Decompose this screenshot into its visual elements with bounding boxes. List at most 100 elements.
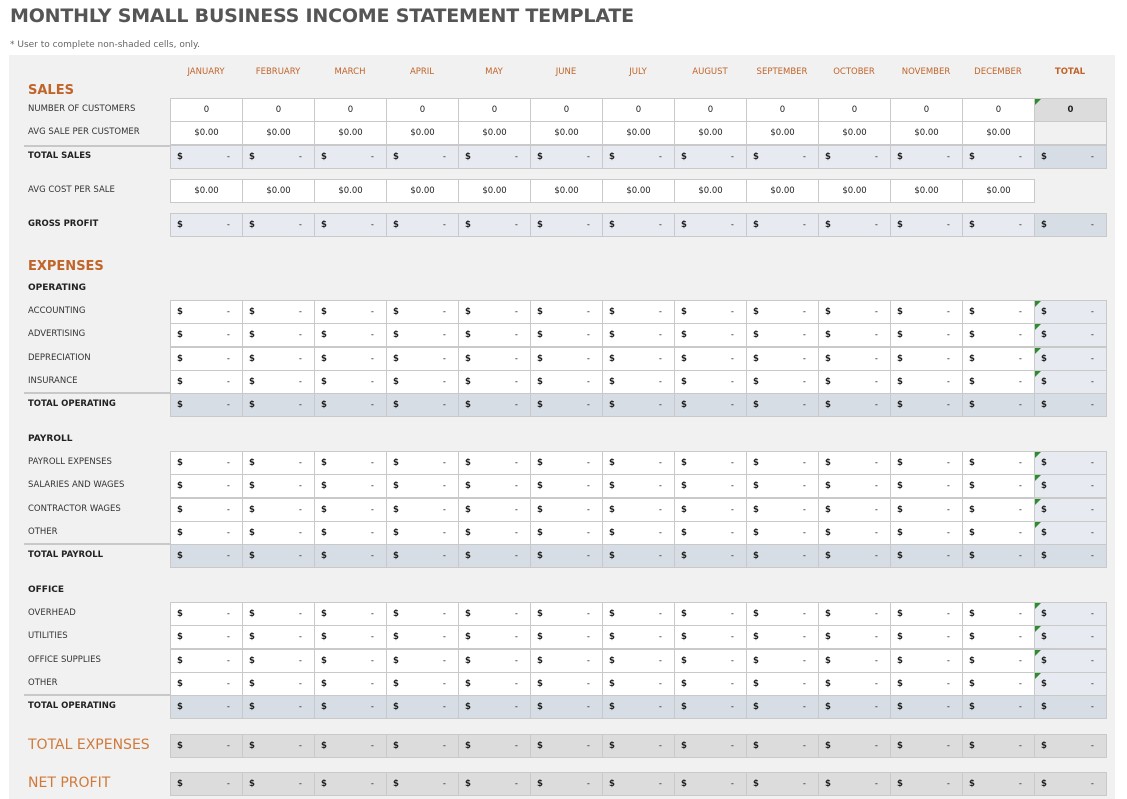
month-cell[interactable]: $ - (819, 649, 891, 673)
month-cell[interactable]: $ - (315, 475, 387, 499)
month-cell[interactable]: $ - (315, 603, 387, 626)
month-cell[interactable]: $ - (747, 603, 819, 626)
month-cell[interactable]: $ - (747, 672, 819, 696)
month-cell[interactable]: $ - (387, 452, 459, 475)
month-cell[interactable]: $ - (459, 626, 531, 650)
month-cell[interactable]: $ - (603, 301, 675, 324)
month-cell[interactable]: 0 (170, 99, 243, 122)
month-cell[interactable]: $ - (459, 301, 531, 324)
month-cell[interactable]: $ - (675, 649, 747, 673)
month-cell[interactable]: $ - (963, 603, 1035, 626)
month-cell[interactable]: $ - (459, 452, 531, 475)
month-cell[interactable]: $ - (675, 324, 747, 348)
month-cell[interactable]: $ - (819, 603, 891, 626)
month-cell[interactable]: $ - (747, 649, 819, 673)
month-cell[interactable]: $ - (675, 452, 747, 475)
month-cell[interactable]: $0.00 (170, 180, 243, 203)
month-cell[interactable]: $ - (747, 521, 819, 545)
month-cell[interactable]: $ - (459, 521, 531, 545)
month-cell[interactable]: $ - (243, 475, 315, 499)
month-cell[interactable]: $ - (170, 370, 243, 394)
month-cell[interactable]: $ - (531, 672, 603, 696)
month-cell[interactable]: $ - (891, 649, 963, 673)
month-cell[interactable]: $ - (891, 603, 963, 626)
month-cell[interactable]: $ - (819, 521, 891, 545)
month-cell[interactable]: 0 (963, 99, 1035, 122)
month-cell[interactable]: $ - (315, 521, 387, 545)
month-cell[interactable]: $ - (459, 498, 531, 522)
month-cell[interactable]: $ - (243, 626, 315, 650)
month-cell[interactable]: $ - (819, 370, 891, 394)
month-cell[interactable]: $ - (387, 603, 459, 626)
month-cell[interactable]: $ - (315, 301, 387, 324)
month-cell[interactable]: $0.00 (891, 180, 963, 203)
month-cell[interactable]: $ - (459, 324, 531, 348)
month-cell[interactable]: $ - (675, 603, 747, 626)
month-cell[interactable]: $ - (675, 498, 747, 522)
month-cell[interactable]: $ - (243, 603, 315, 626)
month-cell[interactable]: $ - (459, 475, 531, 499)
month-cell[interactable]: $ - (819, 672, 891, 696)
month-cell[interactable]: $ - (819, 475, 891, 499)
month-cell[interactable]: $ - (603, 498, 675, 522)
month-cell[interactable]: $ - (315, 324, 387, 348)
month-cell[interactable]: $0.00 (603, 180, 675, 203)
month-cell[interactable]: $ - (675, 301, 747, 324)
month-cell[interactable]: 0 (531, 99, 603, 122)
month-cell[interactable]: $0.00 (603, 122, 675, 145)
month-cell[interactable]: $0.00 (819, 122, 891, 145)
month-cell[interactable]: $ - (747, 475, 819, 499)
month-cell[interactable]: 0 (747, 99, 819, 122)
month-cell[interactable]: $ - (531, 475, 603, 499)
month-cell[interactable]: $ - (531, 347, 603, 371)
month-cell[interactable]: $ - (891, 452, 963, 475)
month-cell[interactable]: $0.00 (170, 122, 243, 145)
month-cell[interactable]: $0.00 (387, 180, 459, 203)
month-cell[interactable]: $0.00 (315, 180, 387, 203)
month-cell[interactable]: $ - (170, 672, 243, 696)
month-cell[interactable]: $ - (459, 603, 531, 626)
month-cell[interactable]: $ - (387, 521, 459, 545)
month-cell[interactable]: $0.00 (531, 180, 603, 203)
month-cell[interactable]: $ - (747, 301, 819, 324)
month-cell[interactable]: $ - (819, 324, 891, 348)
month-cell[interactable]: $ - (891, 475, 963, 499)
month-cell[interactable]: $ - (531, 301, 603, 324)
month-cell[interactable]: $ - (315, 672, 387, 696)
month-cell[interactable]: 0 (603, 99, 675, 122)
month-cell[interactable]: $ - (315, 498, 387, 522)
month-cell[interactable]: $ - (747, 370, 819, 394)
month-cell[interactable]: $ - (387, 498, 459, 522)
month-cell[interactable]: 0 (819, 99, 891, 122)
month-cell[interactable]: $ - (243, 347, 315, 371)
month-cell[interactable]: $ - (603, 649, 675, 673)
month-cell[interactable]: $ - (243, 521, 315, 545)
month-cell[interactable]: $ - (891, 347, 963, 371)
month-cell[interactable]: $0.00 (243, 180, 315, 203)
month-cell[interactable]: $ - (459, 649, 531, 673)
month-cell[interactable]: $ - (603, 672, 675, 696)
month-cell[interactable]: 0 (387, 99, 459, 122)
month-cell[interactable]: $ - (170, 521, 243, 545)
month-cell[interactable]: $ - (170, 475, 243, 499)
month-cell[interactable]: $ - (531, 626, 603, 650)
month-cell[interactable]: $0.00 (747, 122, 819, 145)
month-cell[interactable]: $ - (891, 301, 963, 324)
month-cell[interactable]: $ - (891, 498, 963, 522)
month-cell[interactable]: $ - (387, 626, 459, 650)
month-cell[interactable]: 0 (891, 99, 963, 122)
month-cell[interactable]: $ - (170, 452, 243, 475)
month-cell[interactable]: $ - (603, 452, 675, 475)
month-cell[interactable]: $ - (603, 475, 675, 499)
month-cell[interactable]: $0.00 (963, 180, 1035, 203)
month-cell[interactable]: $0.00 (891, 122, 963, 145)
month-cell[interactable]: $ - (963, 347, 1035, 371)
month-cell[interactable]: $ - (170, 649, 243, 673)
month-cell[interactable]: $ - (747, 347, 819, 371)
month-cell[interactable]: $ - (675, 626, 747, 650)
month-cell[interactable]: 0 (315, 99, 387, 122)
month-cell[interactable]: $0.00 (387, 122, 459, 145)
month-cell[interactable]: $ - (603, 603, 675, 626)
month-cell[interactable]: $ - (315, 626, 387, 650)
month-cell[interactable]: $ - (819, 452, 891, 475)
